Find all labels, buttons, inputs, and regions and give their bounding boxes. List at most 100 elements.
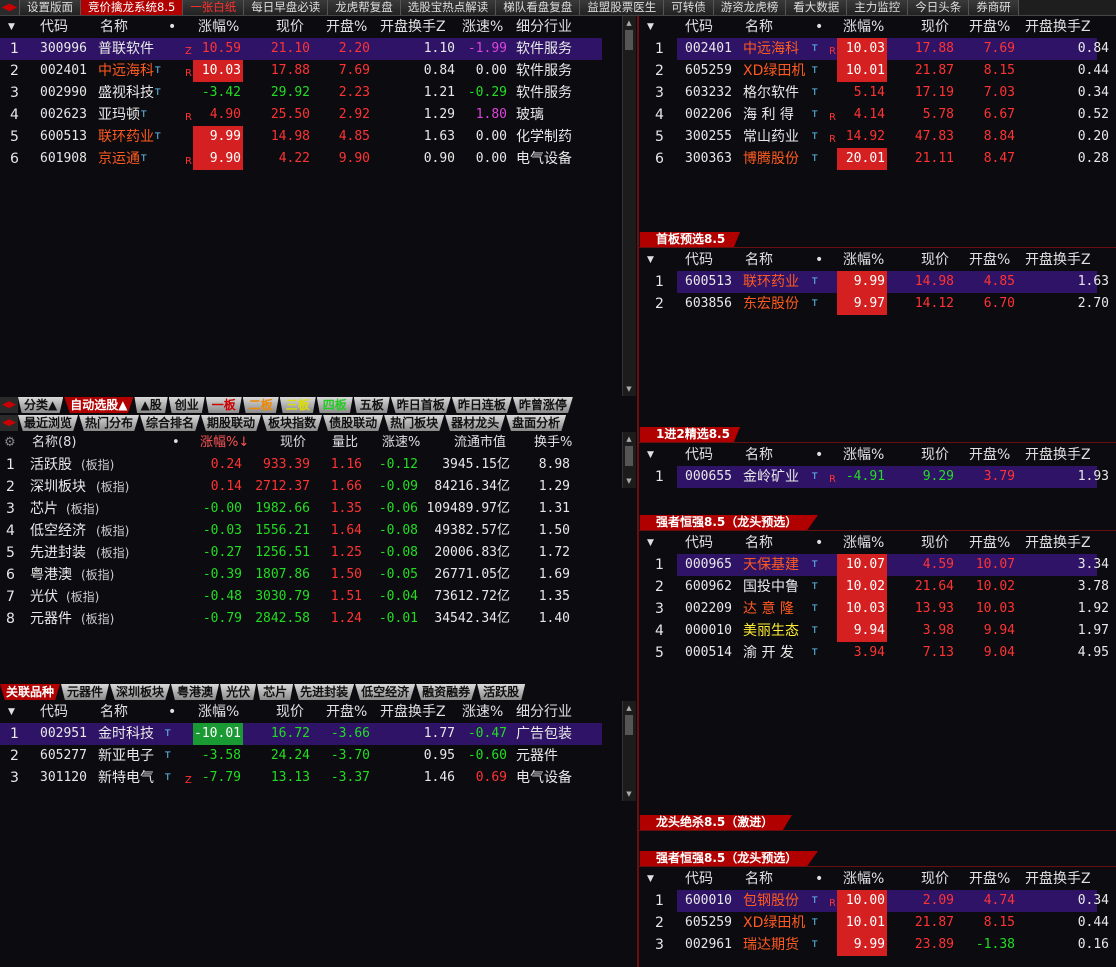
stock-name[interactable]: 中远海科T	[98, 60, 161, 82]
stock-name[interactable]: 中远海科	[743, 38, 799, 60]
sort-caret-icon[interactable]: ▼	[647, 532, 654, 554]
strip-button[interactable]: 最近浏览	[18, 415, 79, 431]
strip-button[interactable]: ▲股	[134, 397, 168, 413]
col-chg[interactable]: 涨幅%	[843, 868, 893, 890]
table-row[interactable]: 2 603856 东宏股份 T 9.97 14.12 6.70 2.70	[655, 293, 1109, 315]
col-industry[interactable]: 细分行业	[516, 701, 586, 723]
table-row[interactable]: 5 300255 常山药业 T R 14.92 47.83 8.84 0.20	[655, 126, 1109, 148]
stock-name[interactable]: 东宏股份	[743, 293, 799, 315]
strip-button[interactable]: 融资融券	[416, 684, 477, 700]
sort-caret-icon[interactable]: ▼	[647, 16, 654, 38]
sector-name[interactable]: 元器件	[30, 608, 72, 630]
table-row[interactable]: 3 002961 瑞达期货 T 9.99 23.89 -1.38 0.16	[655, 934, 1109, 956]
col-price[interactable]: 现价	[921, 444, 961, 466]
table-row[interactable]: 2 605259 XD绿田机 T 10.01 21.87 8.15 0.44	[655, 912, 1109, 934]
strip-button[interactable]: 元器件	[61, 684, 110, 700]
strip-button[interactable]: 活跃股	[477, 684, 526, 700]
stock-name[interactable]: 包钢股份	[743, 890, 799, 912]
stock-name[interactable]: 新特电气	[98, 767, 154, 789]
stock-name[interactable]: 渝 开 发	[743, 642, 794, 664]
sector-row[interactable]: 6 粤港澳 (板指) -0.39 1807.86 1.50 -0.05 26771.05亿 1.…	[0, 564, 600, 586]
col-open[interactable]: 开盘%	[969, 444, 1019, 466]
strip-button[interactable]: 盘面分析	[506, 415, 567, 431]
top-tab[interactable]: 选股宝热点解读	[400, 0, 497, 15]
stock-name[interactable]: 常山药业	[743, 126, 799, 148]
table-row[interactable]: 6 601908 京运通T R 9.90 4.22 9.90 0.90 0.00 电气设备	[0, 148, 602, 170]
top-tab[interactable]: 一张白纸	[183, 0, 245, 15]
col-code[interactable]: 代码	[685, 16, 745, 38]
col-open[interactable]: 开盘%	[969, 532, 1019, 554]
scrollbar-sector[interactable]: ▲ ▼	[622, 432, 636, 488]
table-row[interactable]: 2 600962 国投中鲁 T 10.02 21.64 10.02 3.78	[655, 576, 1109, 598]
table-row[interactable]: 5 600513 联环药业T 9.99 14.98 4.85 1.63 0.00 化学制药	[0, 126, 602, 148]
strip-button[interactable]: 低空经济	[355, 684, 416, 700]
table-row[interactable]: 1 002951 金时科技 T -10.01 16.72 -3.66 1.77 -0.47 广告包…	[0, 723, 602, 745]
sector-name[interactable]: 光伏	[30, 586, 58, 608]
sector-name[interactable]: 活跃股	[30, 454, 72, 476]
strip-button[interactable]: 综合排名	[140, 415, 201, 431]
col-open-turn[interactable]: 开盘换手Z	[1025, 16, 1115, 38]
strip-button[interactable]: 债股联动	[323, 415, 384, 431]
col-price[interactable]: 现价	[921, 532, 961, 554]
table-row[interactable]: 3 603232 格尔软件 T 5.14 17.19 7.03 0.34	[655, 82, 1109, 104]
col-price[interactable]: 现价	[276, 16, 326, 38]
sector-row[interactable]: 1 活跃股 (板指) 0.24 933.39 1.16 -0.12 3945.15亿 8.98	[0, 454, 600, 476]
sector-row[interactable]: 4 低空经济 (板指) -0.03 1556.21 1.64 -0.08 49382.57亿 1…	[0, 520, 600, 542]
stock-name[interactable]: 京运通T	[98, 148, 147, 170]
stock-name[interactable]: 新亚电子	[98, 745, 154, 767]
table-row[interactable]: 4 000010 美丽生态 T 9.94 3.98 9.94 1.97	[655, 620, 1109, 642]
stock-name[interactable]: 瑞达期货	[743, 934, 799, 956]
strip-button[interactable]: 二板	[242, 397, 279, 413]
col-name[interactable]: 名称	[745, 532, 805, 554]
strip-button[interactable]: 期股联动	[201, 415, 262, 431]
strip-button[interactable]: 五板	[353, 397, 390, 413]
sort-caret-icon[interactable]: ▼	[647, 444, 654, 466]
sector-col-chg[interactable]: 涨幅%↓	[200, 432, 249, 454]
stock-name[interactable]: 达 意 隆	[743, 598, 794, 620]
stock-name[interactable]: 盛视科技T	[98, 82, 161, 104]
sector-row[interactable]: 7 光伏 (板指) -0.48 3030.79 1.51 -0.04 73612.72亿 1.3…	[0, 586, 600, 608]
strip-button[interactable]: 一板	[205, 397, 242, 413]
top-tab[interactable]: 梯队看盘复盘	[496, 0, 581, 15]
table-row[interactable]: 6 300363 博腾股份 T 20.01 21.11 8.47 0.28	[655, 148, 1109, 170]
top-tab[interactable]: 游资龙虎榜	[713, 0, 787, 15]
sector-name[interactable]: 低空经济	[30, 520, 86, 542]
strip-button[interactable]: 先进封装	[294, 684, 355, 700]
col-chg[interactable]: 涨幅%	[198, 16, 248, 38]
strip-button[interactable]: 芯片	[257, 684, 294, 700]
sector-name[interactable]: 芯片	[30, 498, 58, 520]
table-row[interactable]: 1 002401 中远海科 T R 10.03 17.88 7.69 0.84	[655, 38, 1109, 60]
strip-button[interactable]: 板块指数	[262, 415, 323, 431]
col-name[interactable]: 名称	[745, 444, 805, 466]
scrollbar-left-top[interactable]: ▲ ▼	[622, 16, 636, 396]
col-price[interactable]: 现价	[921, 868, 961, 890]
strip-nav-icon[interactable]: ◀▶	[0, 397, 18, 413]
sector-col-vol[interactable]: 量比	[332, 432, 358, 454]
col-name[interactable]: 名称	[100, 701, 160, 723]
top-tab[interactable]: 每日早盘必读	[244, 0, 329, 15]
stock-name[interactable]: 博腾股份	[743, 148, 799, 170]
sector-name[interactable]: 深圳板块	[30, 476, 86, 498]
strip-button[interactable]: 昨日连板	[451, 397, 512, 413]
col-price[interactable]: 现价	[921, 16, 961, 38]
stock-name[interactable]: 亚玛顿T	[98, 104, 147, 126]
strip-nav-icon[interactable]: ◀▶	[0, 415, 18, 431]
col-code[interactable]: 代码	[685, 532, 745, 554]
sector-name[interactable]: 先进封装	[30, 542, 86, 564]
strip-button[interactable]: 分类▲	[18, 397, 64, 413]
scroll-down-icon[interactable]: ▼	[623, 384, 635, 394]
col-dot[interactable]: •	[168, 16, 178, 38]
col-code[interactable]: 代码	[40, 16, 100, 38]
table-row[interactable]: 5 000514 渝 开 发 T 3.94 7.13 9.04 4.95	[655, 642, 1109, 664]
col-speed[interactable]: 涨速%	[462, 16, 512, 38]
strip-button[interactable]: 光伏	[220, 684, 257, 700]
col-open[interactable]: 开盘%	[326, 16, 376, 38]
table-row[interactable]: 1 000655 金岭矿业 T R -4.91 9.29 3.79 1.93	[655, 466, 1109, 488]
top-tab[interactable]: 竞价擒龙系统8.5	[81, 0, 184, 15]
table-row[interactable]: 3 301120 新特电气 T Z -7.79 13.13 -3.37 1.46 0.69 电气设备	[0, 767, 602, 789]
stock-name[interactable]: 美丽生态	[743, 620, 799, 642]
sector-col-dot[interactable]: •	[172, 432, 180, 454]
sector-row[interactable]: 2 深圳板块 (板指) 0.14 2712.37 1.66 -0.09 84216.34亿 1.…	[0, 476, 600, 498]
strip-button[interactable]: 三板	[279, 397, 316, 413]
sector-col-name[interactable]: 名称(8)	[32, 432, 76, 454]
